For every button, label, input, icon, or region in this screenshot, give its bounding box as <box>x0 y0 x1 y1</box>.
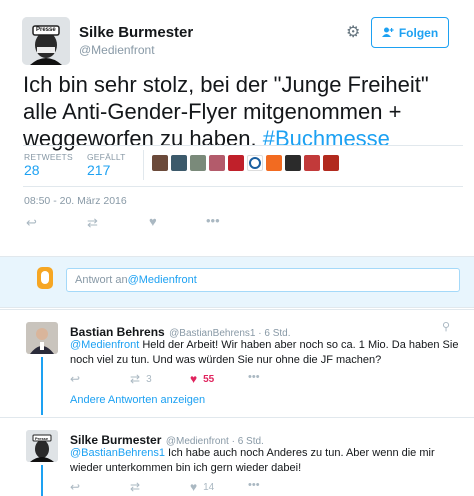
reply-avatar[interactable]: Presse <box>26 430 58 462</box>
liker-avatar[interactable] <box>152 155 168 171</box>
tweet-timestamp[interactable]: 08:50 - 20. März 2016 <box>24 195 127 207</box>
avatar-caption: Presse <box>36 27 56 33</box>
reply-divider <box>0 417 474 418</box>
liker-avatar[interactable] <box>228 155 244 171</box>
follow-button[interactable]: Folgen <box>371 17 449 48</box>
likes-label: GEFÄLLT <box>87 152 126 162</box>
author-avatar[interactable]: Presse <box>22 17 70 65</box>
gear-icon[interactable]: ⚙ <box>346 22 360 42</box>
more-icon: ••• <box>248 371 260 383</box>
reply-like-count: 55 <box>203 373 215 385</box>
more-icon: ••• <box>248 479 260 491</box>
reply-avatar-image <box>26 322 58 354</box>
reply-more-button[interactable]: ••• <box>248 371 260 383</box>
liker-avatar[interactable] <box>266 155 282 171</box>
user-avatar-egg <box>37 267 53 289</box>
more-replies-link[interactable]: Andere Antworten anzeigen <box>70 394 205 406</box>
author-avatar-image <box>22 17 70 65</box>
add-user-icon <box>381 27 394 37</box>
more-icon: ••• <box>206 213 220 228</box>
reply-icon: ↩ <box>70 480 81 494</box>
reply-button[interactable]: ↩ <box>26 215 37 231</box>
reply-more-button[interactable]: ••• <box>248 479 260 491</box>
tweet-text: Ich bin sehr stolz, bei der "Junge Freih… <box>23 71 463 152</box>
hashtag-link[interactable]: #Buchmesse <box>263 126 390 151</box>
follow-label: Folgen <box>398 25 439 40</box>
author-name[interactable]: Silke Burmester <box>79 24 193 41</box>
retweets-label: RETWEETS <box>24 152 73 162</box>
retweet-icon: ⇄ <box>87 215 98 230</box>
liker-avatar[interactable] <box>247 155 263 171</box>
reply-icon: ↩ <box>26 215 37 230</box>
reply-icon: ↩ <box>70 372 81 386</box>
liker-avatar[interactable] <box>209 155 225 171</box>
liker-avatar[interactable] <box>304 155 320 171</box>
heart-icon: ♥ <box>149 214 157 229</box>
reply-author-name[interactable]: Silke Burmester <box>70 433 161 447</box>
reply-retweet-button[interactable]: ⇄ <box>130 480 140 494</box>
liker-avatar[interactable] <box>171 155 187 171</box>
stats-divider-top <box>23 145 463 146</box>
author-handle[interactable]: @Medienfront <box>79 43 155 57</box>
heart-icon: ♥ <box>190 480 198 494</box>
reply-like-button[interactable]: ♥ 55 <box>190 372 214 386</box>
reply-author-name[interactable]: Bastian Behrens <box>70 325 165 339</box>
liker-avatar[interactable] <box>323 155 339 171</box>
more-button[interactable]: ••• <box>206 213 220 228</box>
reply-retweet-button[interactable]: ⇄ 3 <box>130 372 152 386</box>
reply-avatar[interactable] <box>26 322 58 354</box>
liker-avatars <box>152 155 339 171</box>
stats-divider-vertical <box>143 150 144 180</box>
reply-input[interactable]: Antwort an @Medienfront <box>66 268 460 292</box>
liker-avatar[interactable] <box>285 155 301 171</box>
reply-mention[interactable]: @Medienfront <box>70 339 139 351</box>
retweet-icon: ⇄ <box>130 480 141 494</box>
thread-line <box>41 465 43 496</box>
retweet-button[interactable]: ⇄ <box>87 215 98 231</box>
thread-line <box>41 357 43 415</box>
liker-avatar-logo <box>249 157 261 169</box>
retweets-count[interactable]: 28 <box>24 162 40 178</box>
reply-like-count: 14 <box>203 481 215 493</box>
location-pin-icon[interactable]: ⚲ <box>442 320 450 333</box>
reply-mention[interactable]: @BastianBehrens1 <box>70 447 165 459</box>
reply-like-button[interactable]: ♥ 14 <box>190 480 214 494</box>
reply-placeholder-prefix: Antwort an <box>75 274 128 286</box>
reply-retweet-count: 3 <box>146 373 152 385</box>
stats-divider-bottom <box>23 186 463 187</box>
egg-icon <box>41 271 49 284</box>
reply-text: @BastianBehrens1 Ich habe auch noch Ande… <box>70 446 465 476</box>
retweet-icon: ⇄ <box>130 372 141 386</box>
reply-avatar-image <box>26 430 58 462</box>
likes-count[interactable]: 217 <box>87 162 110 178</box>
liker-avatar[interactable] <box>190 155 206 171</box>
reply-divider <box>0 309 474 310</box>
reply-reply-button[interactable]: ↩ <box>70 480 80 494</box>
heart-icon: ♥ <box>190 372 198 386</box>
avatar-caption: Presse <box>35 436 49 441</box>
reply-text: @Medienfront Held der Arbeit! Wir haben … <box>70 338 465 368</box>
like-button[interactable]: ♥ <box>149 214 157 229</box>
reply-placeholder-mention: @Medienfront <box>127 274 197 286</box>
reply-reply-button[interactable]: ↩ <box>70 372 80 386</box>
